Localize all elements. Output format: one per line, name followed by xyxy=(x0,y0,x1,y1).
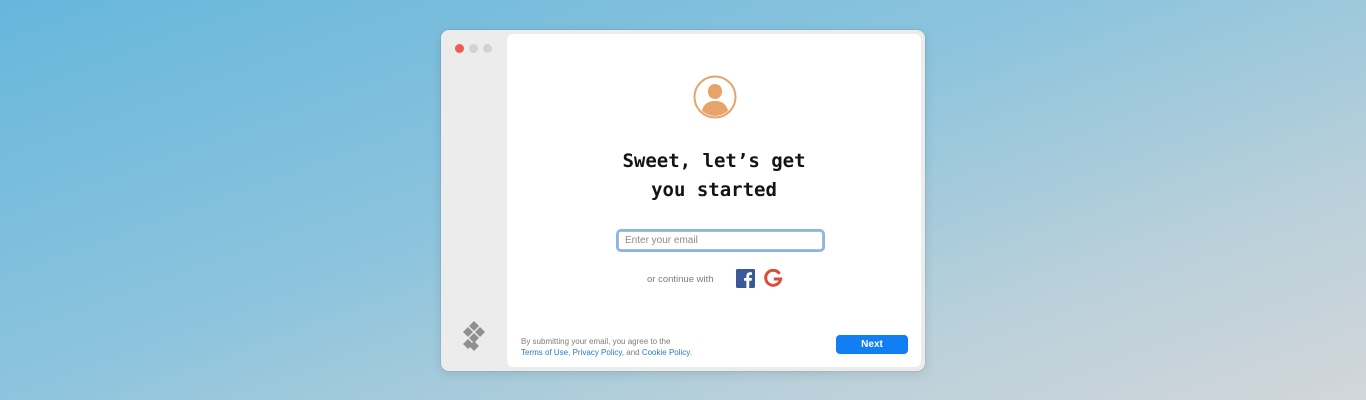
minimize-window-button[interactable] xyxy=(469,44,478,53)
sidebar xyxy=(441,30,507,371)
legal-suffix: . xyxy=(689,348,692,357)
legal-separator-1: , xyxy=(568,348,571,357)
legal-prefix: By submitting your email, you agree to t… xyxy=(521,337,671,346)
next-button[interactable]: Next xyxy=(836,335,908,354)
user-avatar-icon xyxy=(693,75,737,119)
terms-of-use-link[interactable]: Terms of Use xyxy=(521,348,568,357)
app-window: Sweet, let’s get you started or continue… xyxy=(441,30,925,371)
diamond-grid-logo-icon xyxy=(463,321,485,351)
cookie-policy-link[interactable]: Cookie Policy xyxy=(642,348,690,357)
zoom-window-button[interactable] xyxy=(483,44,492,53)
facebook-icon[interactable] xyxy=(736,269,755,288)
legal-separator-2: , and xyxy=(621,348,640,357)
continue-with-label: or continue with xyxy=(647,274,714,285)
title-line-2: you started xyxy=(651,179,777,201)
close-window-button[interactable] xyxy=(455,44,464,53)
google-icon[interactable] xyxy=(764,269,783,288)
privacy-policy-link[interactable]: Privacy Policy xyxy=(573,348,622,357)
legal-links: Terms of Use, Privacy Policy, and Cookie… xyxy=(521,347,692,358)
title-line-1: Sweet, let’s get xyxy=(622,150,806,172)
onboarding-panel: Sweet, let’s get you started or continue… xyxy=(507,34,921,367)
legal-notice: By submitting your email, you agree to t… xyxy=(521,336,692,358)
page-title: Sweet, let’s get you started xyxy=(507,147,921,205)
email-field[interactable] xyxy=(618,231,823,250)
